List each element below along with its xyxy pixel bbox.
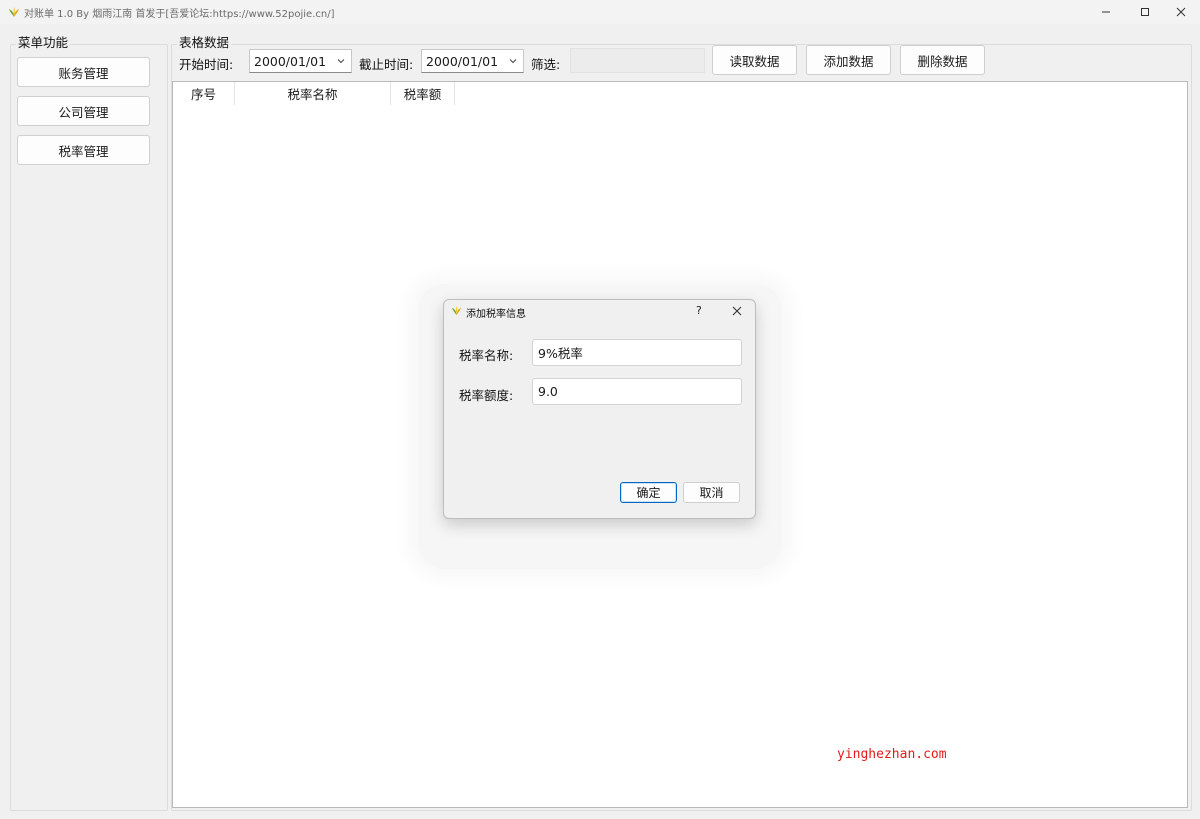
window-title: 对账单 1.0 By 烟雨江南 首发于[吾爱论坛:https://www.52p… (24, 9, 335, 20)
table-group-title: 表格数据 (177, 35, 232, 50)
chevron-down-icon (337, 59, 345, 64)
maximize-button[interactable] (1126, 0, 1164, 24)
title-bar: 对账单 1.0 By 烟雨江南 首发于[吾爱论坛:https://www.52p… (0, 0, 1200, 24)
chevron-down-icon (509, 59, 517, 64)
app-icon (9, 7, 19, 17)
dialog-title: 添加税率信息 (466, 309, 526, 320)
tax-rate-button[interactable]: 税率管理 (17, 135, 150, 165)
end-date-value: 2000/01/01 (426, 53, 499, 69)
start-date-picker[interactable]: 2000/01/01 (249, 49, 352, 73)
cancel-button[interactable]: 取消 (683, 482, 740, 503)
maximize-icon (1141, 8, 1149, 16)
end-time-label: 截止时间: (359, 57, 414, 72)
watermark-text: yinghezhan.com (837, 747, 947, 762)
add-tax-rate-dialog: 添加税率信息 ? 税率名称: 9%税率 税率额度: 9.0 确定 取消 (443, 299, 756, 519)
help-button[interactable]: ? (696, 304, 702, 317)
start-date-value: 2000/01/01 (254, 53, 327, 69)
filter-label: 筛选: (531, 57, 561, 72)
column-header-index[interactable]: 序号 (173, 82, 235, 105)
ok-button[interactable]: 确定 (620, 482, 677, 503)
tax-amount-input[interactable]: 9.0 (532, 378, 742, 405)
read-data-button[interactable]: 读取数据 (712, 45, 797, 75)
add-data-button[interactable]: 添加数据 (806, 45, 891, 75)
end-date-picker[interactable]: 2000/01/01 (421, 49, 524, 73)
tax-amount-label: 税率额度: (459, 388, 514, 403)
close-icon (1176, 7, 1186, 17)
app-icon (451, 305, 462, 316)
tax-name-label: 税率名称: (459, 348, 514, 363)
start-time-label: 开始时间: (179, 57, 234, 72)
menu-group-title: 菜单功能 (16, 35, 71, 50)
filter-input[interactable] (570, 48, 705, 73)
minimize-icon (1102, 11, 1110, 13)
minimize-button[interactable] (1087, 0, 1125, 24)
tax-name-input[interactable]: 9%税率 (532, 339, 742, 366)
close-icon[interactable] (732, 306, 742, 316)
company-button[interactable]: 公司管理 (17, 96, 150, 126)
column-header-tax-name[interactable]: 税率名称 (235, 82, 391, 105)
close-button[interactable] (1162, 0, 1200, 24)
delete-data-button[interactable]: 删除数据 (900, 45, 985, 75)
accounts-button[interactable]: 账务管理 (17, 57, 150, 87)
column-header-tax-amount[interactable]: 税率额 (391, 82, 455, 105)
